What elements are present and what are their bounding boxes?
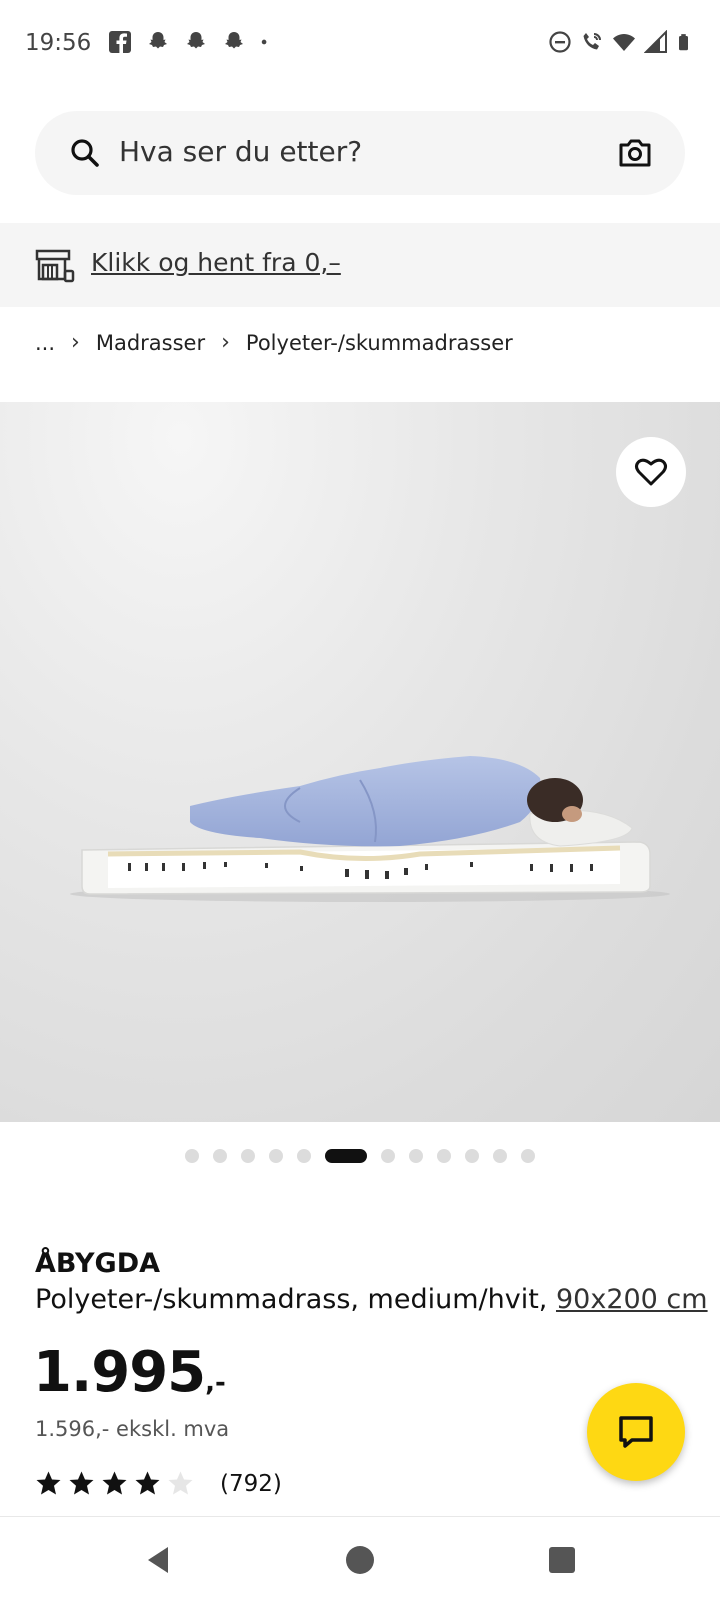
chevron-right-icon: › (221, 330, 230, 355)
star-filled-icon (36, 1471, 61, 1495)
status-bar: 19:56 (0, 0, 720, 88)
carousel-dot[interactable] (465, 1149, 479, 1163)
product-price: 1.995,- (33, 1340, 226, 1405)
recents-icon[interactable] (545, 1543, 579, 1577)
mattress-photo (70, 756, 670, 902)
carousel-dot[interactable] (437, 1149, 451, 1163)
price-suffix: ,- (205, 1368, 226, 1398)
carousel-dot[interactable] (213, 1149, 227, 1163)
home-icon[interactable] (343, 1543, 377, 1577)
star-empty-icon (168, 1471, 193, 1495)
signal-icon (644, 30, 667, 53)
review-count[interactable]: (792) (220, 1471, 282, 1497)
product-image[interactable] (0, 402, 720, 1122)
click-and-collect-banner[interactable]: Klikk og hent fra 0,– (0, 223, 720, 307)
snapchat-icon (225, 32, 243, 49)
breadcrumb-item-ellipsis[interactable]: ... (35, 331, 55, 355)
dnd-icon (549, 31, 571, 53)
back-icon[interactable] (142, 1543, 176, 1577)
product-description-text: Polyeter-/skummadrass, medium/hvit, (35, 1284, 548, 1315)
dot-icon (261, 39, 267, 45)
star-filled-icon (102, 1471, 127, 1495)
price-main: 1.995 (33, 1340, 206, 1405)
carousel-dot[interactable] (409, 1149, 423, 1163)
star-filled-icon (135, 1471, 160, 1495)
system-nav-bar (0, 1516, 720, 1600)
carousel-dot[interactable] (381, 1149, 395, 1163)
camera-search-icon[interactable] (617, 135, 653, 171)
breadcrumb-item-madrasser[interactable]: Madrasser (96, 331, 205, 355)
rating[interactable]: (792) (35, 1470, 282, 1497)
heart-icon[interactable] (634, 455, 668, 489)
wifi-calling-icon (583, 33, 601, 50)
search-bar[interactable]: Hva ser du etter? (35, 111, 685, 195)
system-icons (548, 30, 694, 54)
clock: 19:56 (25, 30, 92, 56)
snapchat-icon (149, 32, 167, 49)
product-name: ÅBYGDA (35, 1248, 161, 1279)
carousel-dot[interactable] (185, 1149, 199, 1163)
facebook-icon (109, 31, 131, 53)
price-ex-vat: 1.596,- ekskl. mva (35, 1417, 230, 1441)
carousel-dot[interactable] (297, 1149, 311, 1163)
favorite-button[interactable] (616, 437, 686, 507)
carousel-dot[interactable] (493, 1149, 507, 1163)
store-pickup-icon (35, 249, 75, 283)
chevron-right-icon: › (71, 330, 80, 355)
snapchat-icon (187, 32, 205, 49)
chat-icon[interactable] (616, 1412, 656, 1452)
battery-icon (679, 34, 688, 51)
carousel-dot[interactable] (269, 1149, 283, 1163)
carousel-dot-active[interactable] (325, 1149, 367, 1163)
star-filled-icon (69, 1471, 94, 1495)
size-link[interactable]: 90x200 cm (556, 1284, 708, 1315)
search-input[interactable]: Hva ser du etter? (119, 135, 362, 168)
click-and-collect-link[interactable]: Klikk og hent fra 0,– (91, 248, 341, 277)
breadcrumb-item-polyeter[interactable]: Polyeter-/skummadrasser (246, 331, 513, 355)
image-carousel-indicator (185, 1149, 535, 1163)
carousel-dot[interactable] (241, 1149, 255, 1163)
carousel-dot[interactable] (521, 1149, 535, 1163)
search-icon[interactable] (69, 137, 101, 169)
chat-button[interactable] (587, 1383, 685, 1481)
breadcrumb: ... › Madrasser › Polyeter-/skummadrasse… (35, 330, 513, 355)
product-description: Polyeter-/skummadrass, medium/hvit, 90x2… (35, 1284, 708, 1315)
wifi-icon (613, 34, 635, 51)
notification-icons (108, 30, 274, 54)
